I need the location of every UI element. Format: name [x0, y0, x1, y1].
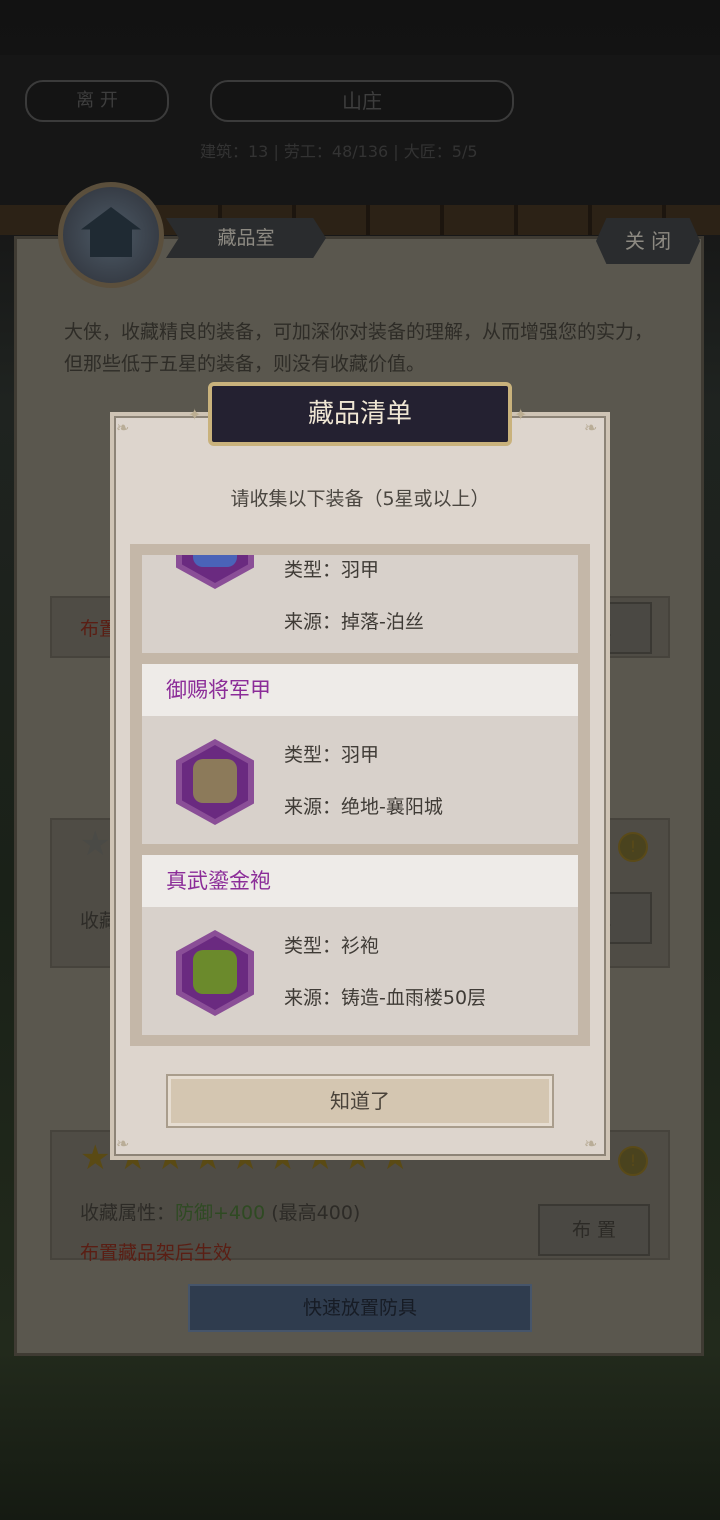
warning-icon[interactable]: !: [618, 832, 648, 862]
leave-button[interactable]: 离 开: [25, 80, 169, 122]
item-type: 类型：羽甲: [284, 559, 380, 581]
item-source: 来源：掉落-泊丝: [284, 611, 424, 633]
attr-line: 收藏属性：防御+400 (最高400): [80, 1198, 360, 1225]
room-title: 藏品室: [166, 218, 326, 258]
villa-title: 山庄: [210, 80, 514, 122]
attr-value: 防御+400: [175, 1202, 266, 1224]
item-source: 来源：铸造-血雨楼50层: [284, 987, 487, 1009]
item-name: 御赐将军甲: [142, 664, 578, 716]
corner-ornament: ❧: [116, 1134, 130, 1153]
item-frame: [176, 555, 254, 589]
item-type: 类型：羽甲: [284, 744, 380, 766]
attr-label: 收藏属性：: [80, 1202, 176, 1224]
modal-title: 藏品清单: [208, 382, 512, 446]
attr-max: (最高400): [271, 1202, 361, 1224]
villa-stats: 建筑：13 | 劳工：48/136 | 大匠：5/5: [200, 142, 478, 161]
close-button[interactable]: 关 闭: [596, 218, 700, 264]
gold-armor-icon: [193, 759, 237, 803]
item-list[interactable]: 类型：羽甲 来源：掉落-泊丝 御赐将军甲 类型：羽甲 来源：绝地-襄阳城 真武鎏…: [142, 555, 578, 1035]
modal-subtitle: 请收集以下装备（5星或以上）: [230, 488, 490, 510]
list-item: 真武鎏金袍 类型：衫袍 来源：铸造-血雨楼50层: [142, 855, 578, 1035]
place-button[interactable]: 布 置: [538, 1204, 650, 1256]
item-type: 类型：衫袍: [284, 935, 380, 957]
item-source: 来源：绝地-襄阳城: [284, 796, 443, 818]
header-ornament-right: ✦: [514, 405, 528, 424]
list-item: 类型：羽甲 来源：掉落-泊丝: [142, 555, 578, 653]
roof-shape: [81, 207, 141, 257]
intro-text: 大侠，收藏精良的装备，可加深你对装备的理解，从而增强您的实力，但那些低于五星的装…: [64, 321, 654, 375]
corner-ornament: ❧: [116, 418, 130, 437]
green-robe-icon: [193, 950, 237, 994]
blue-armor-icon: [193, 555, 237, 567]
item-name: 真武鎏金袍: [142, 855, 578, 907]
corner-ornament: ❧: [584, 418, 598, 437]
got-it-button[interactable]: 知道了: [166, 1074, 554, 1128]
corner-ornament: ❧: [584, 1134, 598, 1153]
building-icon: [58, 182, 164, 288]
item-frame: [176, 930, 254, 1016]
warning-icon[interactable]: !: [618, 1146, 648, 1176]
effect-note: 布置藏品架后生效: [80, 1242, 233, 1264]
list-item: 御赐将军甲 类型：羽甲 来源：绝地-襄阳城: [142, 664, 578, 844]
item-frame: [176, 739, 254, 825]
quick-place-button[interactable]: 快速放置防具: [188, 1284, 532, 1332]
